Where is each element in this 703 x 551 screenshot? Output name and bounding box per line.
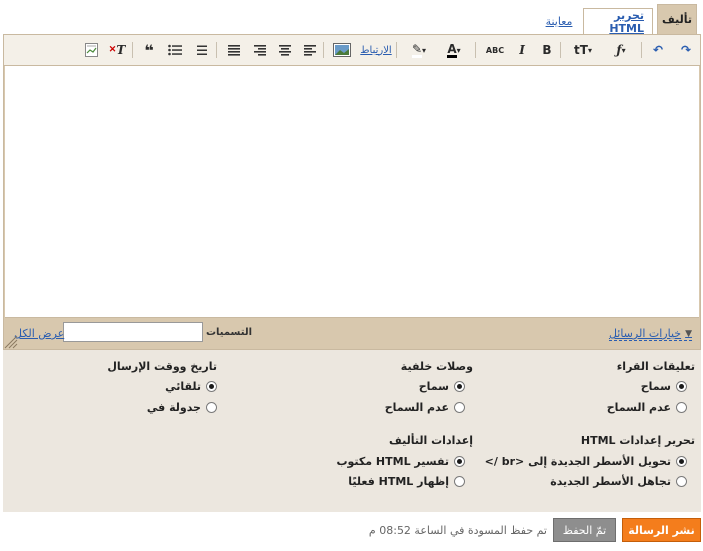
- insert-image-button[interactable]: [332, 41, 352, 59]
- saved-button[interactable]: تمّ الحفظ: [553, 518, 616, 542]
- post-date-auto-option[interactable]: تلقائي: [165, 380, 217, 393]
- backlinks-allow-option[interactable]: سماح: [419, 380, 465, 393]
- italic-button[interactable]: I: [514, 41, 530, 59]
- numbered-list-icon[interactable]: 123: [191, 41, 209, 59]
- post-date-auto-label: تلقائي: [165, 380, 201, 393]
- editor-frame: ↷ ↶ ▾ƒ ▾tT B I ABC ▾A ▾✎ الارتباط 123: [3, 34, 701, 350]
- convert-newlines-label: تحويل الأسطر الجديدة إلى <br />: [484, 455, 671, 468]
- interpret-html-option[interactable]: تفسير HTML مكتوب: [336, 455, 465, 468]
- radio-button[interactable]: [454, 476, 465, 487]
- editor-toolbar: ↷ ↶ ▾ƒ ▾tT B I ABC ▾A ▾✎ الارتباط 123: [4, 35, 700, 66]
- post-body-editor[interactable]: [5, 66, 699, 318]
- align-right-icon[interactable]: [252, 41, 268, 59]
- bold-button[interactable]: B: [539, 41, 555, 59]
- ignore-newlines-label: تجاهل الأسطر الجديدة: [550, 475, 671, 488]
- radio-button[interactable]: [454, 381, 465, 392]
- toolbar-separator: [641, 42, 642, 58]
- radio-button[interactable]: [676, 402, 687, 413]
- radio-button[interactable]: [454, 402, 465, 413]
- align-left-icon[interactable]: [302, 41, 318, 59]
- html-settings-title: تحرير إعدادات HTML: [580, 434, 695, 447]
- post-date-schedule-label: جدولة في: [146, 401, 201, 414]
- post-options-label: خيارات الرسائل: [608, 327, 682, 340]
- radio-button[interactable]: [206, 381, 217, 392]
- post-options-panel: تعليقات القراء سماح عدم السماح وصلات خلف…: [3, 350, 701, 512]
- remove-formatting-icon[interactable]: T ✕: [108, 41, 126, 59]
- show-html-label: إظهار HTML فعليًا: [348, 475, 449, 488]
- text-color-button[interactable]: ▾ A: [440, 41, 468, 59]
- radio-button[interactable]: [676, 476, 687, 487]
- radio-button[interactable]: [676, 456, 687, 467]
- resize-grip-icon[interactable]: [4, 335, 18, 349]
- dropdown-arrow-icon: ▾: [456, 45, 461, 55]
- editor-tabs: تأليف تحرير HTML معاينة: [539, 4, 697, 35]
- post-options-link[interactable]: ▼ خيارات الرسائل: [608, 327, 692, 341]
- dropdown-arrow-icon: ▾: [587, 45, 592, 55]
- tab-compose[interactable]: تأليف: [657, 4, 697, 34]
- toolbar-separator: [216, 42, 217, 58]
- post-date-schedule-option[interactable]: جدولة في: [147, 401, 217, 414]
- text-color-icon: A: [447, 41, 457, 58]
- tab-preview[interactable]: معاينة: [539, 8, 579, 34]
- text-size-icon: tT: [574, 43, 588, 57]
- radio-button[interactable]: [454, 456, 465, 467]
- toolbar-separator: [132, 42, 133, 58]
- reader-comments-title: تعليقات القراء: [616, 360, 695, 373]
- toolbar-separator: [323, 42, 324, 58]
- show-html-option[interactable]: إظهار HTML فعليًا: [348, 475, 465, 488]
- bullet-list-icon[interactable]: [166, 41, 184, 59]
- backlinks-deny-option[interactable]: عدم السماح: [385, 401, 465, 414]
- highlight-color-button[interactable]: ▾ ✎: [405, 41, 433, 59]
- radio-button[interactable]: [676, 381, 687, 392]
- image-icon: [333, 43, 351, 57]
- font-family-button[interactable]: ▾ ƒ: [608, 41, 634, 59]
- blockquote-icon[interactable]: ❝: [140, 41, 158, 60]
- dropdown-arrow-icon: ▾: [621, 45, 626, 55]
- link-button[interactable]: الارتباط: [360, 41, 392, 59]
- comments-deny-option[interactable]: عدم السماح: [607, 401, 687, 414]
- undo-icon[interactable]: ↶: [650, 41, 666, 59]
- ignore-newlines-option[interactable]: تجاهل الأسطر الجديدة: [550, 475, 687, 488]
- labels-caption: التسميات :: [198, 327, 252, 338]
- toolbar-separator: [475, 42, 476, 58]
- toolbar-separator: [396, 42, 397, 58]
- convert-newlines-option[interactable]: تحويل الأسطر الجديدة إلى <br />: [485, 455, 687, 468]
- spellcheck-button[interactable]: ABC: [484, 41, 506, 59]
- show-all-labels-link[interactable]: عرض الكل: [14, 327, 64, 340]
- comments-deny-label: عدم السماح: [606, 401, 671, 414]
- expand-arrow-icon: ▼: [685, 328, 692, 339]
- redo-icon[interactable]: ↷: [678, 41, 694, 59]
- backlinks-deny-label: عدم السماح: [384, 401, 449, 414]
- publish-post-button[interactable]: نشر الرسالة: [622, 518, 701, 542]
- backlinks-allow-label: سماح: [418, 380, 449, 393]
- spellcheck-document-icon[interactable]: [82, 41, 100, 59]
- labels-row: ▼ خيارات الرسائل التسميات : عرض الكل: [4, 319, 700, 349]
- post-date-title: تاريخ ووقت الإرسال: [107, 360, 217, 373]
- align-center-icon[interactable]: [277, 41, 293, 59]
- highlighter-icon: ✎: [411, 41, 423, 58]
- radio-button[interactable]: [206, 402, 217, 413]
- draft-saved-status: تم حفظ المسودة في الساعة 08:52 م: [368, 524, 547, 537]
- dropdown-arrow-icon: ▾: [422, 45, 427, 55]
- interpret-html-label: تفسير HTML مكتوب: [336, 455, 449, 468]
- toolbar-separator: [560, 42, 561, 58]
- comments-allow-label: سماح: [640, 380, 671, 393]
- compose-settings-title: إعدادات التأليف: [389, 434, 473, 447]
- font-size-button[interactable]: ▾ tT: [569, 41, 597, 59]
- backlinks-title: وصلات خلفية: [400, 360, 473, 373]
- align-justify-icon[interactable]: [226, 41, 242, 59]
- comments-allow-option[interactable]: سماح: [641, 380, 687, 393]
- tab-edit-html[interactable]: تحرير HTML: [583, 8, 653, 35]
- font-icon: ƒ: [616, 43, 622, 57]
- labels-input[interactable]: [63, 322, 203, 342]
